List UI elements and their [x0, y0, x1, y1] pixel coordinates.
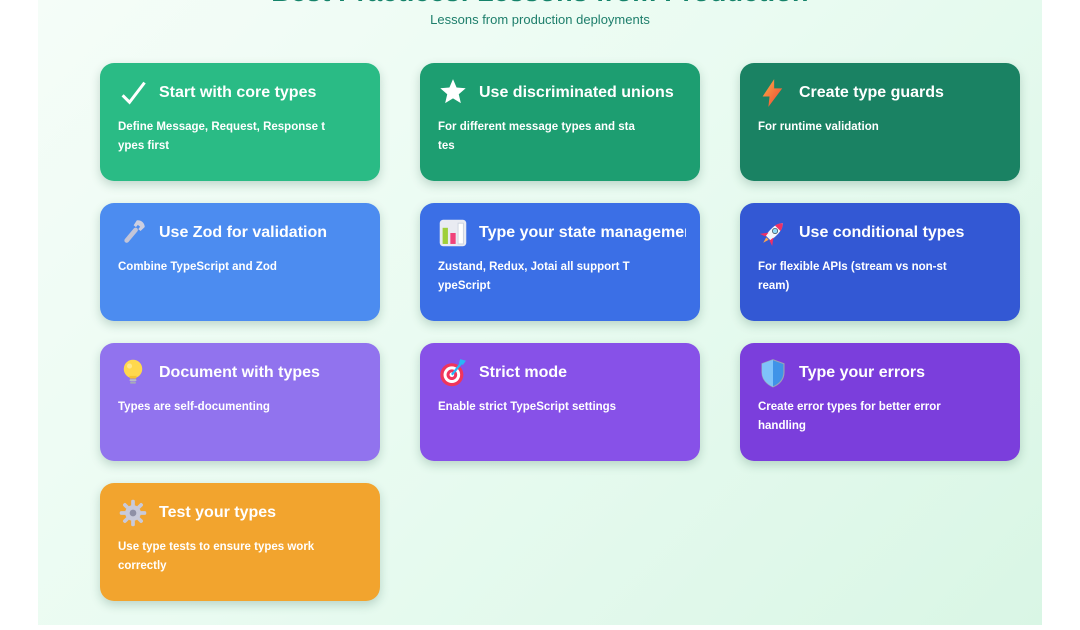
- card-document-with-types: Document with types Types are self-docum…: [100, 343, 380, 461]
- star-icon: [438, 78, 468, 108]
- page-subtitle: Lessons from production deployments: [430, 12, 650, 27]
- card-desc: For different message types and sta tes: [438, 121, 635, 152]
- card-desc: Create error types for better error hand…: [758, 401, 941, 432]
- card-create-type-guards: Create type guards For runtime validatio…: [740, 63, 1020, 181]
- lightning-icon: [758, 78, 788, 108]
- cards-grid: Start with core types Define Message, Re…: [100, 63, 1042, 601]
- gear-icon: [118, 498, 148, 528]
- card-title: Use Zod for validation: [159, 224, 328, 241]
- wrench-icon: [118, 218, 148, 248]
- card-title: Test your types: [159, 504, 277, 521]
- card-use-conditional-types: Use conditional types For flexible APIs …: [740, 203, 1020, 321]
- rocket-icon: [758, 218, 788, 248]
- card-strict-mode: Strict mode Enable strict TypeScript set…: [420, 343, 700, 461]
- bar-chart-icon: [438, 218, 468, 248]
- card-title: Document with types: [159, 364, 320, 381]
- card-desc: Use type tests to ensure types work corr…: [118, 541, 315, 572]
- card-start-with-core-types: Start with core types Define Message, Re…: [100, 63, 380, 181]
- card-desc: Combine TypeScript and Zod: [118, 261, 277, 273]
- card-use-discriminated-unions: Use discriminated unions For different m…: [420, 63, 700, 181]
- card-title: Start with core types: [159, 84, 317, 101]
- card-title: Type your state management: [479, 224, 686, 241]
- card-desc: Types are self-documenting: [118, 401, 270, 413]
- page-title: Best Practices: Lessons from Production: [38, 0, 1042, 10]
- card-title: Strict mode: [479, 364, 568, 381]
- slide: Best Practices: Lessons from Production …: [38, 0, 1042, 625]
- card-type-your-state-management: Type your state management Zustand, Redu…: [420, 203, 700, 321]
- card-test-your-types: Test your types Use type tests to ensure…: [100, 483, 380, 601]
- card-title: Use discriminated unions: [479, 84, 674, 101]
- card-type-your-errors: Type your errors Create error types for …: [740, 343, 1020, 461]
- card-desc: Define Message, Request, Response t ypes…: [118, 121, 326, 152]
- card-title: Use conditional types: [799, 224, 965, 241]
- lightbulb-icon: [118, 358, 148, 388]
- card-desc: Zustand, Redux, Jotai all support T ypeS…: [438, 261, 630, 292]
- card-use-zod-for-validation: Use Zod for validation Combine TypeScrip…: [100, 203, 380, 321]
- slide-header: Best Practices: Lessons from Production …: [38, 0, 1042, 27]
- target-icon: [438, 358, 468, 388]
- card-title: Type your errors: [799, 364, 925, 381]
- card-desc: For runtime validation: [758, 121, 879, 133]
- card-desc: Enable strict TypeScript settings: [438, 401, 617, 413]
- check-icon: [118, 78, 148, 108]
- card-title: Create type guards: [799, 84, 944, 101]
- card-desc: For flexible APIs (stream vs non-st ream…: [758, 261, 947, 292]
- shield-icon: [758, 358, 788, 388]
